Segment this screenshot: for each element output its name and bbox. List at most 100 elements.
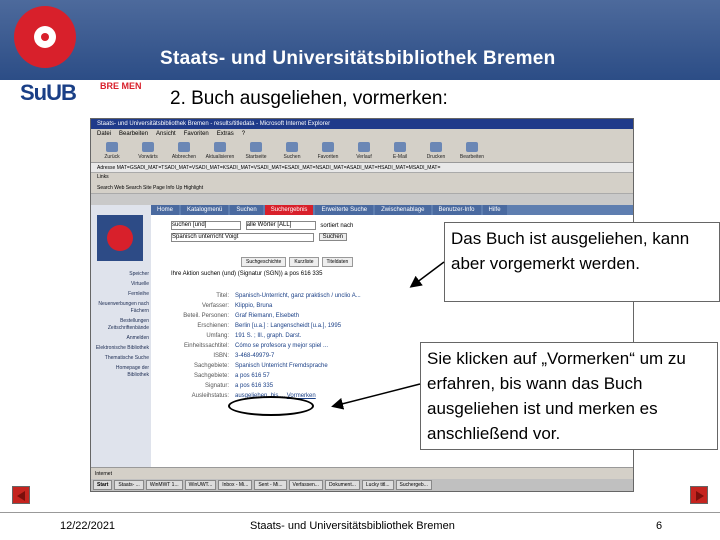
- toolbar-button-label: Suchen: [283, 154, 301, 160]
- record-row: Einheitssachtitel: Cómo se profesora y me…: [171, 341, 371, 351]
- taskbar-item[interactable]: WinUWT...: [184, 480, 217, 490]
- record-label: Verfasser:: [201, 303, 229, 309]
- toolbar-button[interactable]: Zurück: [97, 142, 127, 160]
- toolbar-button[interactable]: Startseite: [241, 142, 271, 160]
- record-row: Beteil. Personen: Graf Riemann, Elsebeth: [171, 311, 371, 321]
- secondary-toolbar[interactable]: Search Web Search Site Page Info Up High…: [91, 182, 633, 194]
- record-row: Sachgebiete: Spanisch Unterricht Fremdspr…: [171, 361, 371, 371]
- taskbar-item[interactable]: Inbox - Mi...: [218, 480, 253, 490]
- record-label: ISBN:: [213, 353, 229, 359]
- record-value: Klippio, Bruna: [235, 303, 273, 309]
- previous-slide-button[interactable]: [12, 486, 30, 504]
- result-tab[interactable]: Kurzliste: [289, 257, 319, 267]
- search-input[interactable]: Spanisch unterricht Voigt: [171, 233, 314, 242]
- opac-nav-tab[interactable]: Suchen: [230, 205, 263, 215]
- opac-nav-tab[interactable]: Erweiterte Suche: [315, 205, 374, 215]
- toolbar-button[interactable]: Suchen: [277, 142, 307, 160]
- menu-item[interactable]: Extras: [217, 131, 234, 137]
- opac-nav-tab[interactable]: Benutzer-Info: [432, 205, 481, 215]
- opac-nav-tab[interactable]: Katalogmenü: [181, 205, 229, 215]
- opac-nav-tab[interactable]: Home: [151, 205, 180, 215]
- highlight-ellipse: [228, 396, 314, 416]
- toolbar-button[interactable]: Abbrechen: [169, 142, 199, 160]
- taskbar-item[interactable]: Lucky titl...: [361, 480, 394, 490]
- toolbar-button-icon: [142, 142, 154, 152]
- taskbar-item[interactable]: Staats- ...: [114, 480, 144, 490]
- address-value[interactable]: MAT=GSADI_MAT=TSADI_MAT=VSADI_MAT=KSADI_…: [117, 165, 441, 171]
- left-link[interactable]: Virtuelle: [93, 281, 149, 288]
- toolbar-button-label: Favoriten: [317, 154, 339, 160]
- search-scope-select[interactable]: alle Wörter [ALL]: [245, 221, 316, 230]
- result-tab[interactable]: Suchgeschichte: [241, 257, 287, 267]
- record-value: Spanisch Unterricht Fremdsprache: [235, 363, 328, 369]
- logo-text: SuUB: [20, 80, 77, 105]
- search-row: suchen [und] alle Wörter [ALL] sortiert …: [171, 221, 353, 242]
- taskbar-item[interactable]: WinMWT 1...: [145, 480, 183, 490]
- opac-nav-tab[interactable]: Suchergebnis: [264, 205, 314, 215]
- toolbar-button-icon: [178, 142, 190, 152]
- toolbar-button[interactable]: E-Mail: [385, 142, 415, 160]
- search-button[interactable]: Suchen: [318, 232, 348, 241]
- left-link[interactable]: Elektronische Bibliothek: [93, 345, 149, 352]
- toolbar-button[interactable]: Bearbeiten: [457, 142, 487, 160]
- left-link[interactable]: Speicher: [93, 271, 149, 278]
- taskbar-item[interactable]: Suchergeb...: [395, 480, 432, 490]
- taskbar-item[interactable]: Verfassen...: [288, 480, 323, 490]
- opac-nav-tab[interactable]: Zwischenablage: [375, 205, 431, 215]
- record-value: Berlin [u.a.] : Langenscheidt [u.a.], 19…: [235, 323, 342, 329]
- left-link[interactable]: Bestellungen Zeitschriftenbände: [93, 318, 149, 332]
- left-link[interactable]: Anmelden: [93, 335, 149, 342]
- opac-nav: Home Katalogmenü Suchen Suchergebnis Erweite…: [151, 205, 633, 215]
- menu-item[interactable]: Favoriten: [184, 131, 209, 137]
- suub-logo-icon: [14, 6, 76, 68]
- taskbar-item[interactable]: Sent - Mi...: [254, 480, 287, 490]
- menu-item[interactable]: ?: [242, 131, 245, 137]
- record-label: Einheitssachtitel:: [183, 343, 229, 349]
- toolbar-button-icon: [394, 142, 406, 152]
- menu-item[interactable]: Bearbeiten: [119, 131, 148, 137]
- record-label: Erschienen:: [197, 323, 229, 329]
- toolbar-button-label: Aktualisieren: [205, 154, 235, 160]
- toolbar-button[interactable]: Drucken: [421, 142, 451, 160]
- toolbar-button-icon: [322, 142, 334, 152]
- result-tab[interactable]: Titeldaten: [321, 257, 354, 267]
- callout-borrowed: Das Buch ist ausgeliehen, kann aber vorg…: [444, 222, 720, 302]
- callout-reserve: Sie klicken auf „Vormerken“ um zu erfahr…: [420, 342, 718, 450]
- opac-logo-icon: [97, 215, 143, 261]
- status-bar: Internet: [91, 467, 633, 479]
- left-link[interactable]: Thematische Suche: [93, 355, 149, 362]
- toolbar-button[interactable]: Vorwärts: [133, 142, 163, 160]
- taskbar-item[interactable]: Dokument...: [324, 480, 360, 490]
- toolbar-button-label: Bearbeiten: [459, 154, 485, 160]
- toolbar-button-icon: [250, 142, 262, 152]
- start-button[interactable]: Start: [93, 480, 113, 490]
- left-column: Speicher Virtuelle Fernleihe Neuerwerbungen…: [91, 205, 151, 467]
- taskbar: Start Staats- ... WinMWT 1... WinUWT... Inbo…: [91, 479, 633, 491]
- toolbar-button[interactable]: Favoriten: [313, 142, 343, 160]
- links-bar[interactable]: Links: [91, 173, 633, 182]
- record-row: ISBN: 3-468-49979-7: [171, 351, 371, 361]
- record-value: 191 S. ; Ill., graph. Darst.: [235, 333, 302, 339]
- record-row: Titel: Spanisch-Unterricht, ganz praktisc…: [171, 291, 371, 301]
- left-link[interactable]: Fernleihe: [93, 291, 149, 298]
- record-label: Titel:: [216, 293, 229, 299]
- browser-toolbar: Zurück Vorwärts Abbrechen Aktualisieren Star…: [91, 139, 633, 163]
- left-link[interactable]: Homepage der Bibliothek: [93, 365, 149, 379]
- opac-nav-tab[interactable]: Hilfe: [482, 205, 507, 215]
- next-slide-button[interactable]: [690, 486, 708, 504]
- record-label: Beteil. Personen:: [183, 313, 229, 319]
- record-label: Sachgebiete:: [193, 363, 229, 369]
- left-link[interactable]: Neuerwerbungen nach Fächern: [93, 301, 149, 315]
- toolbar-button-icon: [106, 142, 118, 152]
- menu-item[interactable]: Datei: [97, 131, 111, 137]
- toolbar-button-label: Vorwärts: [138, 154, 158, 160]
- toolbar-button[interactable]: Aktualisieren: [205, 142, 235, 160]
- toolbar-button-label: Verlauf: [356, 154, 372, 160]
- menu-item[interactable]: Ansicht: [156, 131, 176, 137]
- record-label: Ausleihstatus:: [191, 393, 229, 399]
- search-field-select[interactable]: suchen [und]: [171, 221, 241, 230]
- address-bar[interactable]: Adresse MAT=GSADI_MAT=TSADI_MAT=VSADI_MA…: [91, 163, 633, 173]
- record-label: Sachgebiete:: [193, 373, 229, 379]
- toolbar-button[interactable]: Verlauf: [349, 142, 379, 160]
- toolbar-button-label: Startseite: [245, 154, 267, 160]
